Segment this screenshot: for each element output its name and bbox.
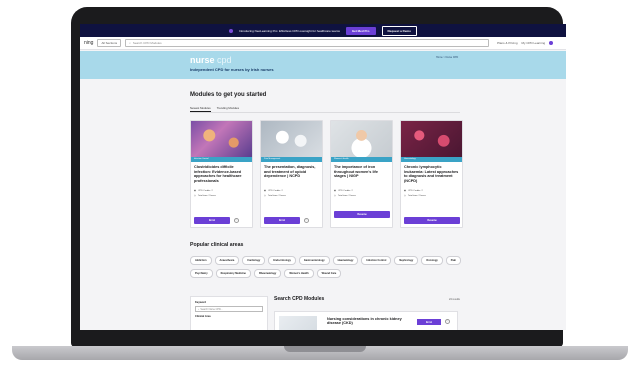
- chip-wound-care[interactable]: Wound Care: [316, 269, 342, 278]
- card-time: ◷ Total time: 2 hours: [334, 194, 356, 198]
- clock-icon: ◷: [264, 195, 266, 197]
- search-placeholder: Search CPD Modules: [132, 41, 162, 45]
- chip-womens-health[interactable]: Women's Health: [284, 269, 314, 278]
- heart-icon[interactable]: ♡: [445, 319, 450, 324]
- laptop-notch: [284, 346, 366, 352]
- card-image: [191, 121, 252, 157]
- resume-button[interactable]: Resume: [404, 217, 460, 224]
- chip-endocrinology[interactable]: Endocrinology: [268, 256, 296, 265]
- all-sections-dropdown[interactable]: All Sections: [97, 39, 122, 47]
- tabs-divider: [190, 112, 460, 113]
- chip-infection-control[interactable]: Infection Control: [361, 256, 392, 265]
- plans-pricing-link[interactable]: Plans & Pricing: [497, 41, 517, 45]
- card-title[interactable]: Clostridioides difficile infection: Evid…: [191, 162, 252, 188]
- search-icon: ⌕: [198, 307, 200, 311]
- module-card[interactable]: Women's Health The importance of iron th…: [330, 120, 393, 228]
- breadcrumb[interactable]: Home > Nurse CPD: [436, 56, 458, 59]
- brand-logo: nurse cpd: [190, 55, 232, 65]
- header-links: Plans & Pricing My CPD Learning: [497, 41, 554, 45]
- card-time: ◷ Total time: 2 hours: [264, 194, 286, 198]
- card-time: ◷ Total time: 2 hours: [404, 194, 426, 198]
- keyword-input[interactable]: ⌕ Search Nurse CPD...: [195, 306, 263, 312]
- laptop-screen: Introducing NeoLearning Pro: Effortless …: [80, 24, 566, 330]
- credits-icon: ▣: [334, 190, 337, 192]
- enrol-button[interactable]: Enrol: [264, 217, 300, 224]
- chip-haematology[interactable]: Haematology: [332, 256, 359, 265]
- search-input[interactable]: ⌕ Search CPD Modules: [125, 39, 490, 47]
- hero-tagline: Independent CPD for nurses by Irish nurs…: [190, 67, 274, 72]
- clock-icon: ◷: [404, 195, 406, 197]
- hero-banner: nurse cpd Independent CPD for nurses by …: [80, 51, 566, 79]
- request-demo-button[interactable]: Request a Demo: [381, 25, 418, 36]
- credits-icon: ▣: [264, 190, 267, 192]
- clinical-area-label: Clinical Area: [195, 315, 211, 318]
- promo-bar: Introducing NeoLearning Pro: Effortless …: [80, 24, 566, 37]
- modules-title: Modules to get you started: [190, 92, 267, 98]
- chip-oncology[interactable]: Oncology: [421, 256, 443, 265]
- my-cpd-link[interactable]: My CPD Learning: [521, 41, 545, 45]
- module-card[interactable]: Infection Control Clostridioides diffici…: [190, 120, 253, 228]
- chip-pain[interactable]: Pain: [445, 256, 462, 265]
- search-result-row[interactable]: Nursing considerations in chronic kidney…: [274, 311, 458, 330]
- chip-gastroenterology[interactable]: Gastroenterology: [298, 256, 330, 265]
- enrol-button[interactable]: Enrol: [417, 319, 441, 325]
- get-pro-button[interactable]: Get Med Pro: [345, 26, 376, 35]
- promo-logo-icon: [228, 28, 233, 33]
- avatar[interactable]: [549, 41, 554, 45]
- clock-icon: ◷: [194, 195, 196, 197]
- chip-anaesthesia[interactable]: Anaesthesia: [214, 256, 240, 265]
- search-cpd-title: Search CPD Modules: [274, 296, 325, 302]
- card-image: [261, 121, 322, 157]
- module-card[interactable]: Pain Management The presentation, diagno…: [260, 120, 323, 228]
- search-icon: ⌕: [129, 41, 131, 45]
- card-image: [331, 121, 392, 157]
- clinical-areas-chips: Addiction Anaesthesia Cardiology Endocri…: [190, 256, 470, 278]
- card-title[interactable]: The importance of iron throughout women'…: [331, 162, 392, 188]
- card-title[interactable]: Chronic lymphocytic leukaemia: Latest ap…: [401, 162, 462, 188]
- keyword-label: Keyword: [195, 301, 206, 304]
- site-header: ning All Sections ⌕ Search CPD Modules P…: [80, 37, 566, 50]
- resume-button[interactable]: Resume: [334, 211, 390, 218]
- card-image: [401, 121, 462, 157]
- promo-text: Introducing NeoLearning Pro: Effortless …: [238, 28, 340, 33]
- heart-icon[interactable]: ♡: [304, 218, 309, 223]
- clinical-areas-title: Popular clinical areas: [190, 242, 244, 248]
- chip-nephrology[interactable]: Nephrology: [394, 256, 419, 265]
- chip-addiction[interactable]: Addiction: [190, 256, 212, 265]
- clock-icon: ◷: [334, 195, 336, 197]
- chip-respiratory-medicine[interactable]: Respiratory Medicine: [215, 269, 251, 278]
- card-title[interactable]: The presentation, diagnosis, and treatme…: [261, 162, 322, 188]
- result-thumbnail: [279, 316, 317, 330]
- credits-icon: ▣: [404, 190, 407, 192]
- enrol-button[interactable]: Enrol: [194, 217, 230, 224]
- site-logo[interactable]: ning: [84, 40, 93, 46]
- chip-rheumatology[interactable]: Rheumatology: [253, 269, 282, 278]
- chip-psychiatry[interactable]: Psychiatry: [190, 269, 213, 278]
- heart-icon[interactable]: ♡: [234, 218, 239, 223]
- card-time: ◷ Total time: 2 hours: [194, 194, 216, 198]
- laptop-mockup: Introducing NeoLearning Pro: Effortless …: [0, 0, 634, 366]
- results-count: 24 results: [449, 298, 460, 301]
- credits-icon: ▣: [194, 190, 197, 192]
- chip-cardiology[interactable]: Cardiology: [242, 256, 266, 265]
- result-title[interactable]: Nursing considerations in chronic kidney…: [327, 317, 407, 326]
- module-card[interactable]: Haematology Chronic lymphocytic leukaemi…: [400, 120, 463, 228]
- search-filter-panel: Keyword ⌕ Search Nurse CPD... Clinical A…: [190, 296, 268, 330]
